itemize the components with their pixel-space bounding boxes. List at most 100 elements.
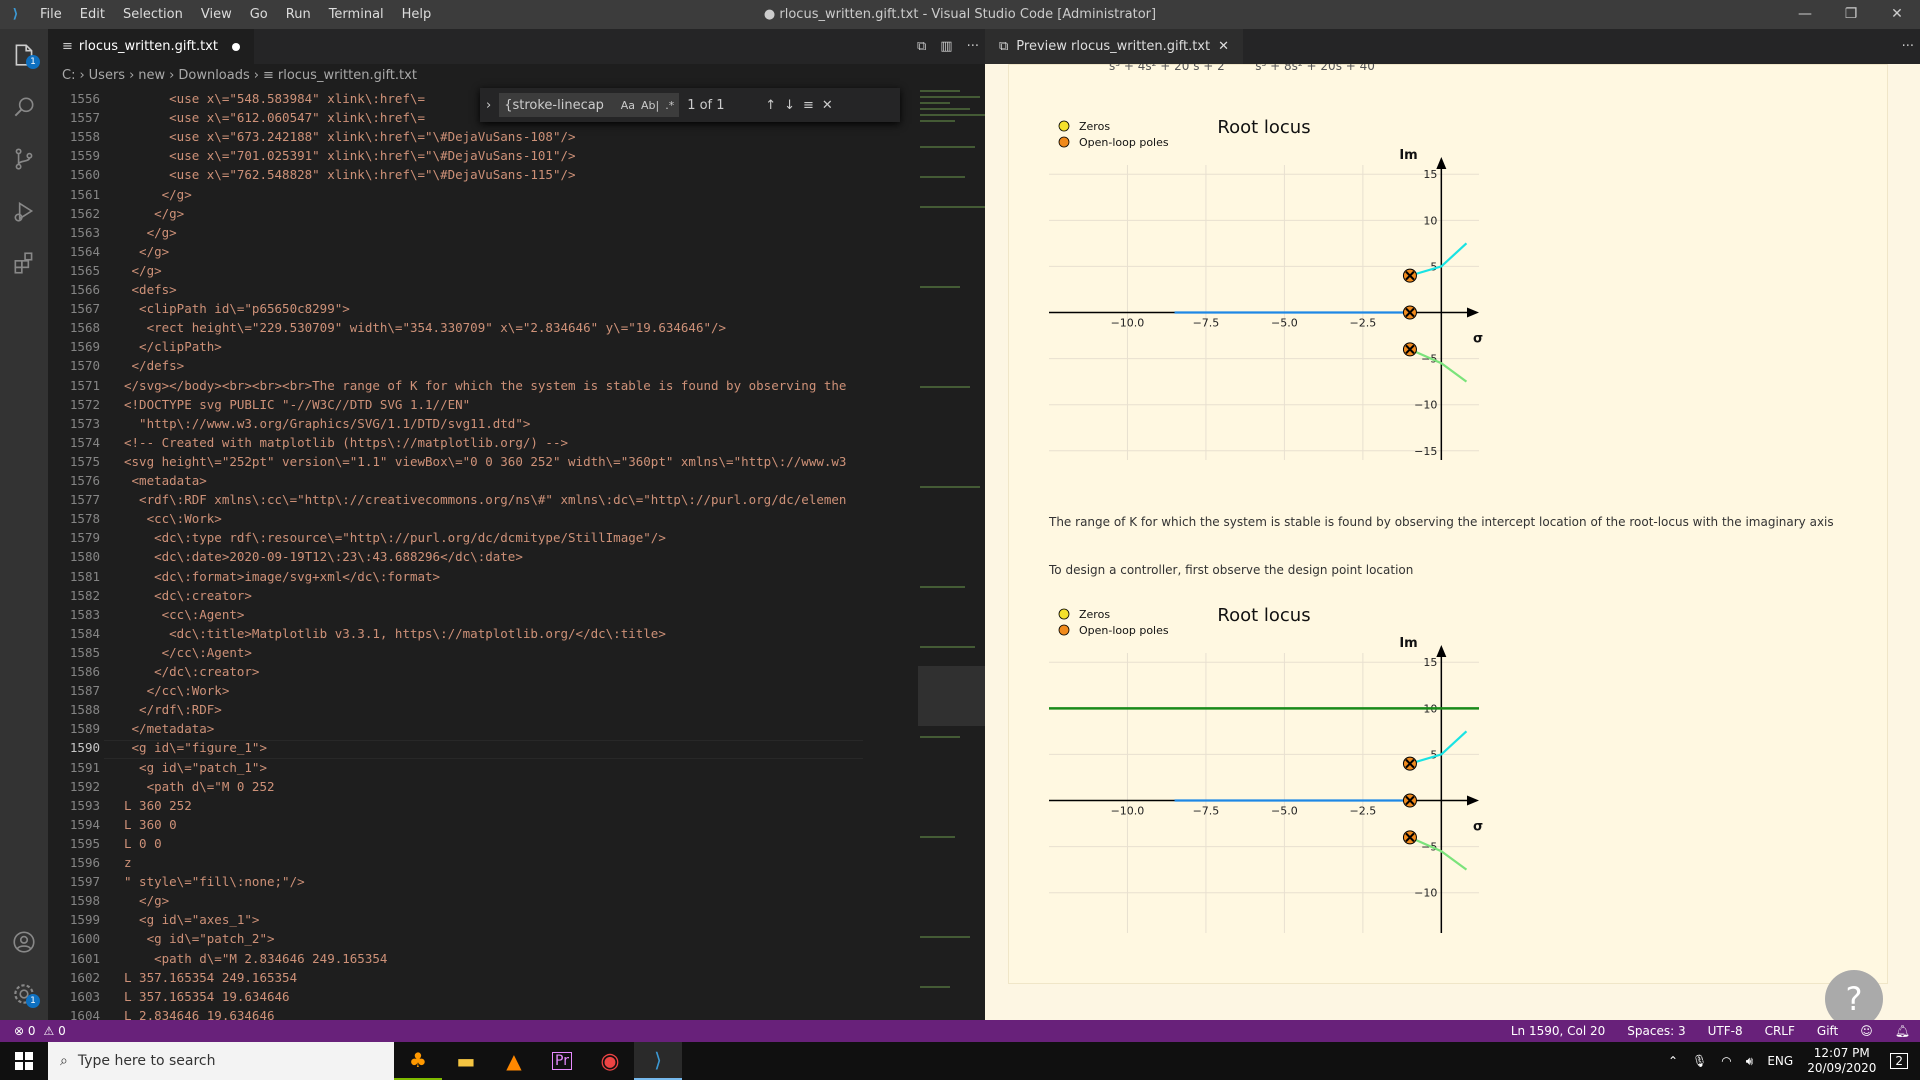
unsaved-dot-icon[interactable] [231, 42, 240, 51]
indentation[interactable]: Spaces: 3 [1627, 1024, 1685, 1038]
match-case-icon[interactable]: Aa [621, 99, 635, 112]
line-number: 1597 [69, 874, 100, 890]
x-axis-arrow-icon [1467, 307, 1479, 318]
crumb-file[interactable]: rlocus_written.gift.txt [278, 68, 417, 83]
y-tick-label: 15 [1423, 168, 1437, 181]
language-indicator[interactable]: ENG [1767, 1054, 1793, 1068]
wifi-icon[interactable]: ◠ [1721, 1054, 1731, 1068]
errors-count[interactable]: ⊗ 0 [14, 1024, 36, 1038]
menu-bar: File Edit Selection View Go Run Terminal… [31, 0, 440, 29]
menu-go[interactable]: Go [241, 0, 277, 29]
windows-start-icon[interactable] [0, 1042, 48, 1080]
eol[interactable]: CRLF [1765, 1024, 1795, 1038]
fl-studio-icon[interactable]: ♣ [394, 1042, 442, 1080]
manage-button[interactable]: 1 [0, 968, 48, 1020]
warnings-count[interactable]: ⚠ 0 [44, 1024, 66, 1038]
vlc-icon[interactable]: ▲ [490, 1042, 538, 1080]
code-editor[interactable]: 1556 <use x\="548.583984" xlink\:href\= 1… [48, 86, 863, 1020]
chevron-right-icon[interactable]: › [486, 98, 491, 113]
chrome-icon[interactable]: ◉ [586, 1042, 634, 1080]
explorer-button[interactable]: 1 [0, 29, 48, 81]
close-icon[interactable]: ✕ [1218, 39, 1229, 54]
open-preview-icon[interactable]: ⧉ [917, 39, 926, 54]
restore-icon[interactable]: ❐ [1828, 0, 1874, 29]
code-line: <svg height\="252pt" version\="1.1" view… [124, 453, 847, 469]
accounts-button[interactable] [0, 916, 48, 968]
line-number: 1556 [69, 91, 100, 106]
code-line: <!-- Created with matplotlib (https\://m… [124, 434, 569, 450]
selection-icon[interactable]: ≡ [803, 98, 814, 113]
encoding[interactable]: UTF-8 [1708, 1024, 1743, 1038]
volume-icon[interactable]: 🔊︎ [1746, 1054, 1754, 1069]
code-line: </rdf\:RDF> [124, 702, 222, 718]
chevron-right-icon: › [129, 67, 135, 83]
notification-icon[interactable]: 2 [1890, 1053, 1908, 1069]
line-number: 1595 [69, 835, 100, 851]
arrow-up-icon[interactable]: ↑ [765, 98, 776, 113]
editor-tabs: ≡ rlocus_written.gift.txt ⧉ ▥ ··· [48, 29, 985, 64]
arrow-down-icon[interactable]: ↓ [784, 98, 795, 113]
search-button[interactable] [0, 81, 48, 133]
menu-terminal[interactable]: Terminal [320, 0, 393, 29]
close-icon[interactable]: ✕ [822, 98, 833, 113]
code-line: </g> [124, 893, 170, 909]
run-debug-button[interactable] [0, 185, 48, 237]
help-button[interactable]: ? [1825, 970, 1883, 1020]
bell-icon[interactable]: 🔔︎ [1895, 1024, 1910, 1038]
menu-edit[interactable]: Edit [71, 0, 114, 29]
microphone-icon[interactable]: 🎙︎ [1692, 1054, 1707, 1068]
tab-preview[interactable]: ⧉ Preview rlocus_written.gift.txt ✕ [985, 29, 1243, 64]
tab-rlocus[interactable]: ≡ rlocus_written.gift.txt [48, 29, 254, 64]
code-line: </metadata> [124, 721, 215, 737]
code-line: </g> [124, 262, 162, 278]
clock[interactable]: 12:07 PM 20/09/2020 [1807, 1046, 1876, 1076]
split-editor-icon[interactable]: ▥ [940, 39, 952, 54]
crumb-drive[interactable]: C: [62, 68, 75, 83]
line-number: 1590 [69, 740, 100, 756]
clock-date: 20/09/2020 [1807, 1061, 1877, 1075]
tab-label: rlocus_written.gift.txt [78, 39, 218, 54]
premiere-icon[interactable]: Pr [538, 1042, 586, 1080]
more-actions-icon[interactable]: ··· [1902, 39, 1914, 54]
crumb-downloads[interactable]: Downloads [178, 68, 249, 83]
menu-view[interactable]: View [192, 0, 241, 29]
line-number: 1580 [69, 549, 100, 565]
find-input[interactable]: {stroke-linecap Aa Ab| .* [499, 93, 680, 117]
source-control-button[interactable] [0, 133, 48, 185]
match-word-icon[interactable]: Ab| [641, 99, 659, 112]
language-mode[interactable]: Gift [1817, 1024, 1838, 1038]
x-tick-label: −2.5 [1350, 805, 1377, 818]
status-bar: ⊗ 0 ⚠ 0 Ln 1590, Col 20 Spaces: 3 UTF-8 … [0, 1020, 1920, 1042]
explorer-badge: 1 [26, 55, 40, 69]
file-explorer-icon[interactable]: ▬ [442, 1042, 490, 1080]
line-number: 1585 [69, 644, 100, 660]
code-line: <g id\="patch_1"> [124, 759, 267, 775]
crumb-users[interactable]: Users [89, 68, 125, 83]
regex-icon[interactable]: .* [665, 99, 674, 112]
menu-selection[interactable]: Selection [114, 0, 192, 29]
cursor-position[interactable]: Ln 1590, Col 20 [1511, 1024, 1605, 1038]
line-number: 1561 [69, 186, 100, 202]
taskbar-search[interactable]: ⌕ Type here to search [48, 1042, 394, 1080]
x-tick-label: −7.5 [1193, 317, 1220, 330]
line-number: 1572 [69, 396, 100, 412]
extensions-button[interactable] [0, 237, 48, 289]
code-line: "http\://www.w3.org/Graphics/SVG/1.1/DTD… [124, 415, 531, 431]
menu-run[interactable]: Run [277, 0, 320, 29]
x-axis-label: σ [1473, 820, 1483, 835]
line-number: 1604 [69, 1007, 100, 1020]
more-actions-icon[interactable]: ··· [967, 39, 979, 54]
feedback-icon[interactable]: ☺ [1860, 1024, 1873, 1038]
minimize-icon[interactable]: — [1782, 0, 1828, 29]
preview-tabs: ⧉ Preview rlocus_written.gift.txt ✕ ··· [985, 29, 1920, 64]
crumb-new[interactable]: new [138, 68, 165, 83]
vscode-taskbar-icon[interactable]: ⟩ [634, 1042, 682, 1080]
code-line: <defs> [124, 282, 177, 297]
menu-file[interactable]: File [31, 0, 71, 29]
close-icon[interactable]: ✕ [1874, 0, 1920, 29]
code-line: <dc\:format>image/svg+xml</dc\:format> [124, 568, 441, 584]
line-number: 1593 [69, 797, 100, 813]
menu-help[interactable]: Help [393, 0, 441, 29]
chevron-right-icon: › [79, 67, 85, 83]
chevron-up-icon[interactable]: ⌃ [1668, 1054, 1678, 1068]
